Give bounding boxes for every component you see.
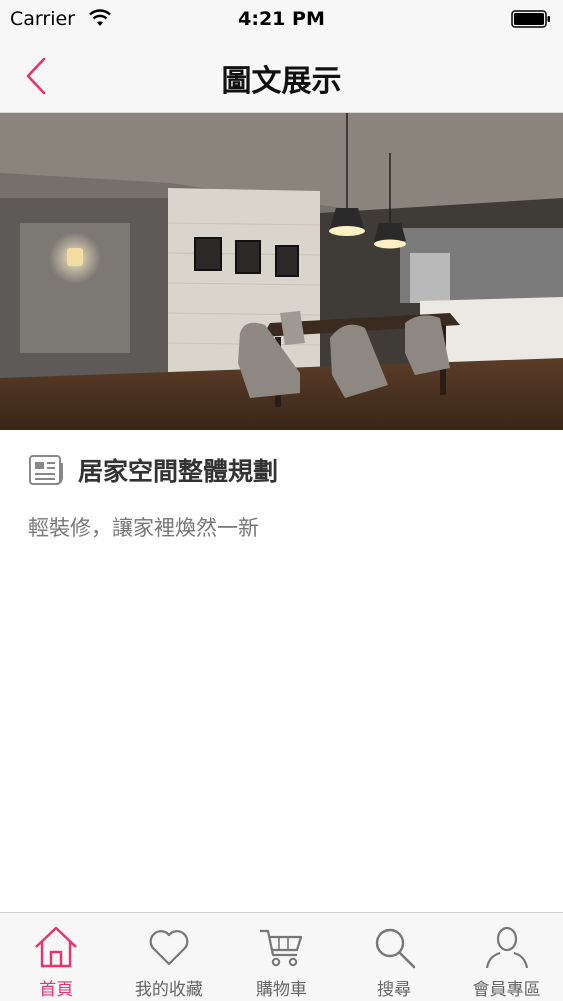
battery-icon — [511, 10, 550, 28]
page-title: 圖文展示 — [221, 64, 342, 99]
status-bar: Carrier 4:21 PM — [0, 0, 563, 40]
document-icon — [29, 455, 63, 485]
heart-icon — [149, 930, 189, 966]
tab-label: 我的收藏 — [134, 980, 203, 1000]
navigation-bar: 圖文展示 — [0, 40, 563, 113]
tab-search[interactable]: 搜尋 — [338, 913, 451, 1001]
clock: 4:21 PM — [238, 8, 325, 30]
tab-home[interactable]: 首頁 — [0, 913, 113, 1001]
home-icon — [35, 926, 78, 968]
tab-cart[interactable]: 購物車 — [225, 913, 338, 1001]
tab-label: 首頁 — [39, 980, 74, 1000]
tab-label: 搜尋 — [377, 980, 412, 1000]
tab-label: 會員專區 — [472, 980, 541, 1000]
article-title-text: 居家空間整體規劃 — [78, 457, 279, 486]
tab-label: 購物車 — [255, 980, 307, 1000]
article-subtitle: 輕裝修，讓家裡煥然一新 — [28, 516, 259, 540]
tab-member[interactable]: 會員專區 — [450, 913, 563, 1001]
cart-icon — [260, 929, 303, 967]
user-icon — [485, 926, 528, 969]
tab-bar: 首頁 我的收藏 購物車 搜尋 會員專區 — [0, 912, 563, 1001]
hero-image — [0, 113, 563, 430]
article-title: 居家空間整體規劃 — [28, 450, 278, 490]
tab-favorites[interactable]: 我的收藏 — [113, 913, 226, 1001]
search-icon — [375, 928, 416, 969]
